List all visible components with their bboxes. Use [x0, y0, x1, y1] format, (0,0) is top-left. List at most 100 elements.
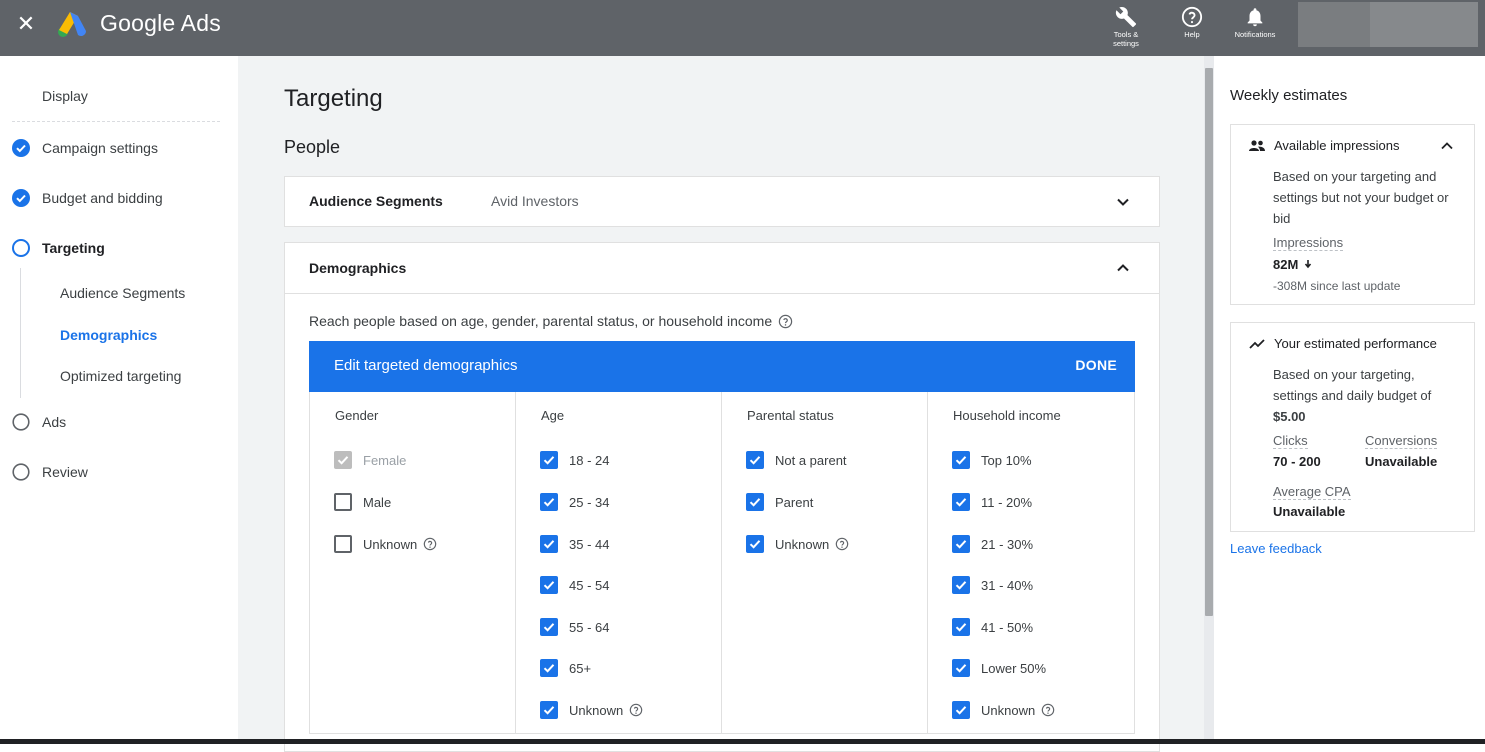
checkbox-option[interactable]: Lower 50%	[952, 658, 1046, 678]
conversions-label: Conversions	[1365, 433, 1438, 449]
impressions-number: 82M	[1273, 257, 1299, 272]
close-icon[interactable]: ✕	[14, 12, 38, 36]
checkbox-unchecked-icon[interactable]	[334, 493, 352, 511]
chevron-down-icon[interactable]	[1115, 194, 1131, 210]
checkbox-checked-icon[interactable]	[952, 576, 970, 594]
sidebar-item-campaign-settings[interactable]: Campaign settings	[12, 136, 158, 160]
people-icon	[1249, 139, 1265, 151]
account-avatar[interactable]	[1370, 2, 1478, 47]
checkbox-checked-icon[interactable]	[952, 659, 970, 677]
sidebar-item-targeting[interactable]: Targeting	[12, 236, 105, 260]
option-label: Unknown	[363, 536, 418, 552]
average-cpa-value: Unavailable	[1273, 504, 1346, 519]
help-icon[interactable]	[423, 537, 437, 551]
checkbox-option[interactable]: Parent	[746, 492, 813, 512]
checkbox-option[interactable]: 25 - 34	[540, 492, 609, 512]
daily-budget-value: $5.00	[1273, 409, 1306, 424]
checkbox-option[interactable]: 18 - 24	[540, 450, 609, 470]
checkbox-option[interactable]: Unknown	[746, 534, 849, 554]
card-heading: Audience Segments	[309, 193, 443, 209]
checkbox-checked-icon[interactable]	[540, 576, 558, 594]
checkbox-option[interactable]: 45 - 54	[540, 575, 609, 595]
checkbox-option[interactable]: 35 - 44	[540, 534, 609, 554]
edit-demographics-bar: Edit targeted demographics DONE	[309, 341, 1135, 392]
divider	[285, 293, 1159, 294]
sidebar-subitem-audience-segments[interactable]: Audience Segments	[60, 285, 185, 301]
card-heading: Your estimated performance	[1274, 336, 1437, 351]
sidebar-item-budget-bidding[interactable]: Budget and bidding	[12, 186, 163, 210]
campaign-type-label: Display	[42, 88, 88, 104]
checkbox-option[interactable]: Male	[334, 492, 391, 512]
checkbox-checked-icon[interactable]	[540, 493, 558, 511]
checkbox-option[interactable]: 31 - 40%	[952, 575, 1033, 595]
trending-up-icon	[1249, 338, 1265, 349]
demographic-column: Household income Top 10% 11 - 20% 21 - 30% 3…	[928, 392, 1134, 733]
demographic-column: Parental status Not a parent Parent Unknown	[722, 392, 928, 733]
checkbox-option: Female	[334, 450, 406, 470]
column-title: Parental status	[747, 408, 834, 423]
checkbox-option[interactable]: 65+	[540, 658, 591, 678]
checkbox-option[interactable]: Unknown	[952, 700, 1055, 720]
checkbox-option[interactable]: Unknown	[540, 700, 643, 720]
checkbox-option[interactable]: 41 - 50%	[952, 617, 1033, 637]
demographics-card: Demographics Reach people based on age, …	[284, 242, 1160, 752]
tools-settings-button[interactable]: Tools & settings	[1100, 4, 1152, 54]
notifications-label: Notifications	[1234, 30, 1276, 39]
brand-title: Google Ads	[100, 10, 221, 36]
checkbox-checked-icon[interactable]	[746, 451, 764, 469]
checkbox-checked-icon[interactable]	[540, 659, 558, 677]
clicks-label: Clicks	[1273, 433, 1308, 449]
checkbox-option[interactable]: Not a parent	[746, 450, 847, 470]
sidebar-subitem-demographics[interactable]: Demographics	[60, 327, 157, 343]
impressions-value: 82M	[1273, 257, 1312, 272]
leave-feedback-link[interactable]: Leave feedback	[1230, 541, 1322, 556]
audience-segments-card[interactable]: Audience Segments Avid Investors	[284, 176, 1160, 227]
sidebar-item-label: Targeting	[42, 240, 105, 256]
demographic-column: Gender Female Male Unknown	[310, 392, 516, 733]
checkbox-checked-icon[interactable]	[952, 701, 970, 719]
card-header: Available impressions	[1249, 138, 1400, 153]
empty-circle-icon	[12, 413, 30, 431]
option-label: 55 - 64	[569, 619, 610, 635]
checkbox-checked-icon[interactable]	[540, 535, 558, 553]
sidebar-item-ads[interactable]: Ads	[12, 410, 66, 434]
checkbox-option[interactable]: 21 - 30%	[952, 534, 1033, 554]
checkbox-checked-icon[interactable]	[952, 618, 970, 636]
main-scrollbar[interactable]	[1204, 56, 1214, 744]
checkbox-checked-icon[interactable]	[746, 535, 764, 553]
checkbox-option[interactable]: 11 - 20%	[952, 492, 1032, 512]
checkbox-checked-icon[interactable]	[952, 493, 970, 511]
checkbox-checked-icon[interactable]	[540, 701, 558, 719]
chevron-up-icon[interactable]	[1115, 260, 1131, 276]
card-header: Your estimated performance	[1249, 336, 1437, 351]
demographic-column: Age 18 - 24 25 - 34 35 - 44 45 - 54 55 - 64 65…	[516, 392, 722, 733]
help-icon[interactable]	[1041, 703, 1055, 717]
substep-line	[20, 268, 21, 398]
account-area[interactable]	[1298, 2, 1478, 47]
chevron-up-icon[interactable]	[1440, 139, 1454, 153]
checkbox-checked-icon[interactable]	[540, 451, 558, 469]
scrollbar-thumb[interactable]	[1205, 68, 1213, 616]
help-button[interactable]: Help	[1166, 4, 1218, 54]
checkbox-checked-icon[interactable]	[952, 535, 970, 553]
checkbox-option[interactable]: Unknown	[334, 534, 437, 554]
sidebar-item-review[interactable]: Review	[12, 460, 88, 484]
checkbox-checked-icon[interactable]	[952, 451, 970, 469]
sidebar-subitem-optimized-targeting[interactable]: Optimized targeting	[60, 368, 181, 384]
option-label: 11 - 20%	[981, 494, 1033, 510]
checkbox-option[interactable]: 55 - 64	[540, 617, 609, 637]
sidebar: Display Campaign settings Budget and bid…	[0, 56, 238, 744]
conversions-value: Unavailable	[1365, 454, 1438, 469]
help-icon[interactable]	[629, 703, 643, 717]
checkbox-unchecked-icon[interactable]	[334, 535, 352, 553]
notifications-button[interactable]: Notifications	[1228, 4, 1282, 54]
average-cpa-label: Average CPA	[1273, 484, 1351, 500]
sidebar-item-label: Review	[42, 464, 88, 480]
description-text: Reach people based on age, gender, paren…	[309, 313, 773, 329]
help-icon[interactable]	[835, 537, 849, 551]
checkbox-checked-icon[interactable]	[540, 618, 558, 636]
checkbox-checked-icon[interactable]	[746, 493, 764, 511]
checkbox-option[interactable]: Top 10%	[952, 450, 1032, 470]
done-button[interactable]: DONE	[1075, 357, 1117, 373]
help-icon[interactable]	[778, 314, 793, 329]
